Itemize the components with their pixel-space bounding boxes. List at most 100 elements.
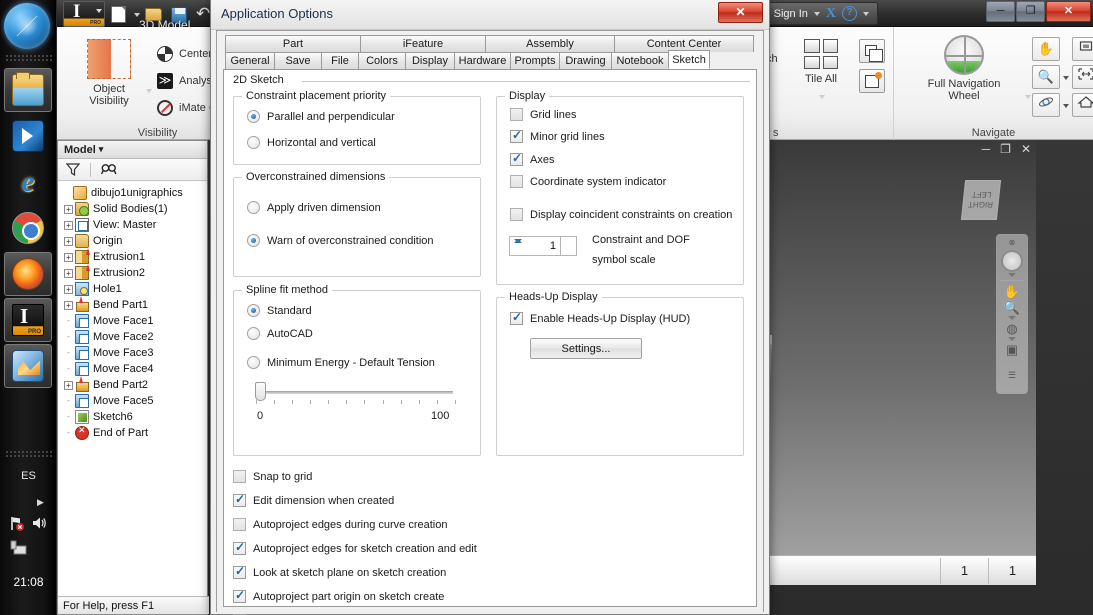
tension-slider-thumb[interactable] — [255, 382, 266, 401]
doc-restore-button[interactable]: ❐ — [1000, 142, 1011, 156]
radio-standard[interactable]: Standard — [247, 304, 312, 317]
tray-language[interactable]: ES — [0, 470, 57, 482]
zoom-dropdown-icon[interactable] — [1060, 65, 1072, 89]
constrained-orbit-button[interactable] — [1032, 93, 1060, 117]
taskbar-item-media-player[interactable] — [4, 114, 52, 158]
tree-item-solid-bodies-1[interactable]: +Solid Bodies(1) — [62, 201, 207, 217]
new-window-button[interactable] — [859, 69, 885, 93]
tree-item-origin[interactable]: +Origin — [62, 233, 207, 249]
taskbar-item-chrome[interactable] — [4, 206, 52, 250]
dialog-tab-display[interactable]: Display — [405, 52, 455, 69]
navbar-pan-icon[interactable]: ✋ — [1004, 284, 1020, 299]
doc-minimize-button[interactable]: ─ — [982, 142, 991, 156]
home-view-button[interactable] — [1072, 93, 1093, 117]
radio-apply-driven-dimension[interactable]: Apply driven dimension — [247, 201, 381, 214]
navbar-camera-icon[interactable]: ▣ — [1006, 342, 1018, 357]
pan-button[interactable]: ✋ — [1032, 37, 1060, 61]
help-chevron-down-icon[interactable] — [863, 12, 869, 16]
expand-icon[interactable]: + — [64, 205, 73, 214]
expand-icon[interactable]: + — [64, 285, 73, 294]
object-visibility-dropdown-icon[interactable] — [145, 79, 152, 101]
expand-icon[interactable]: + — [64, 221, 73, 230]
tree-item-bend-part1[interactable]: +Bend Part1 — [62, 297, 207, 313]
tension-slider-track[interactable] — [260, 391, 453, 394]
dialog-tab-save[interactable]: Save — [274, 52, 322, 69]
help-icon[interactable]: ? — [842, 6, 857, 21]
taskbar-item-office[interactable] — [4, 344, 52, 388]
checkbox-autoproject-edges-for-sketch-creation-and-edit[interactable]: Autoproject edges for sketch creation an… — [233, 542, 477, 555]
radio-parallel-and-perpendicular[interactable]: Parallel and perpendicular — [247, 110, 395, 123]
tree-item-move-face1[interactable]: -Move Face1 — [62, 313, 207, 329]
expand-icon[interactable]: + — [64, 237, 73, 246]
navbar-menu-icon[interactable]: ☰ — [1008, 368, 1016, 383]
tree-item-sketch6[interactable]: -Sketch6 — [62, 409, 207, 425]
expand-icon[interactable]: + — [64, 381, 73, 390]
full-navigation-wheel-button[interactable]: Full Navigation Wheel — [904, 35, 1024, 102]
object-visibility-button[interactable]: Object Visibility — [73, 39, 145, 107]
dialog-tab-drawing[interactable]: Drawing — [559, 52, 612, 69]
checkbox-autoproject-edges-during-curve-creation[interactable]: Autoproject edges during curve creation — [233, 518, 447, 531]
tree-item-end-of-part[interactable]: -End of Part — [62, 425, 207, 441]
tile-all-dropdown-icon[interactable] — [818, 85, 825, 107]
dialog-tab-sketch[interactable]: Sketch — [668, 50, 710, 69]
checkbox-display-coincident-constraints[interactable]: Display coincident constraints on creati… — [510, 208, 732, 221]
dialog-tab-prompts[interactable]: Prompts — [510, 52, 560, 69]
dialog-tab-part[interactable]: Part — [225, 35, 361, 52]
taskbar-item-inventor[interactable] — [4, 298, 52, 342]
taskbar-item-internet-explorer[interactable]: e — [4, 160, 52, 204]
checkbox-enable-hud[interactable]: Enable Heads-Up Display (HUD) — [510, 312, 690, 325]
checkbox-look-at-sketch-plane-on-sketch-creation[interactable]: Look at sketch plane on sketch creation — [233, 566, 446, 579]
new-file-button[interactable] — [108, 3, 130, 25]
navbar-zoom-dropdown-icon[interactable] — [1008, 316, 1016, 320]
free-orbit-button[interactable] — [1072, 37, 1093, 61]
tree-item-move-face2[interactable]: -Move Face2 — [62, 329, 207, 345]
action-center-icon[interactable] — [9, 540, 27, 556]
app-restore-button[interactable]: ❐ — [1016, 1, 1045, 22]
expand-icon[interactable]: + — [64, 253, 73, 262]
tree-item-view-master[interactable]: +View: Master — [62, 217, 207, 233]
start-button[interactable] — [4, 3, 50, 49]
filter-icon[interactable] — [66, 163, 80, 176]
full-nav-wheel-dropdown-icon[interactable] — [1024, 85, 1031, 107]
taskbar-item-firefox[interactable] — [4, 252, 52, 296]
view-cube[interactable]: RIGHT LEFT — [961, 180, 1001, 220]
dialog-tab-general[interactable]: General — [225, 52, 275, 69]
browser-chevron-down-icon[interactable]: ▾ — [99, 144, 104, 155]
checkbox-coordinate-system-indicator[interactable]: Coordinate system indicator — [510, 175, 666, 188]
tree-item-hole1[interactable]: +Hole1 — [62, 281, 207, 297]
checkbox-snap-to-grid[interactable]: Snap to grid — [233, 470, 312, 483]
constraint-dof-symbol-scale-stepper[interactable]: 1 — [509, 236, 577, 256]
radio-autocad[interactable]: AutoCAD — [247, 327, 313, 340]
tree-item-extrusion2[interactable]: +Extrusion2 — [62, 265, 207, 281]
dialog-tab-ifeature[interactable]: iFeature — [360, 35, 486, 52]
find-icon[interactable] — [101, 163, 117, 176]
dialog-close-button[interactable]: ✕ — [718, 2, 763, 23]
network-icon[interactable] — [9, 515, 25, 531]
expand-icon[interactable]: + — [64, 269, 73, 278]
checkbox-autoproject-part-origin-on-sketch-create[interactable]: Autoproject part origin on sketch create — [233, 590, 444, 603]
tray-clock[interactable]: 21:08 — [0, 575, 57, 589]
navbar-wheel-dropdown-icon[interactable] — [1008, 273, 1016, 277]
volume-icon[interactable] — [31, 515, 47, 531]
tree-item-move-face4[interactable]: -Move Face4 — [62, 361, 207, 377]
checkbox-grid-lines[interactable]: Grid lines — [510, 108, 576, 121]
zoom-all-button[interactable] — [1072, 65, 1093, 89]
radio-horizontal-and-vertical[interactable]: Horizontal and vertical — [247, 136, 376, 149]
tile-all-button[interactable]: Tile All — [791, 39, 851, 107]
sign-in-chevron-down-icon[interactable] — [814, 12, 820, 16]
tree-item-extrusion1[interactable]: +Extrusion1 — [62, 249, 207, 265]
dialog-tab-notebook[interactable]: Notebook — [611, 52, 669, 69]
sign-in-button[interactable]: Sign In — [774, 8, 808, 20]
zoom-button[interactable]: 🔍 — [1032, 65, 1060, 89]
arrange-windows-button[interactable] — [859, 39, 885, 63]
navbar-zoom-icon[interactable]: 🔍 — [1004, 300, 1020, 315]
dialog-tab-file[interactable]: File — [321, 52, 359, 69]
navbar-orbit-dropdown-icon[interactable] — [1008, 337, 1016, 341]
dialog-tab-assembly[interactable]: Assembly — [485, 35, 615, 52]
taskbar-item-explorer[interactable] — [4, 68, 52, 112]
tree-item-dibujo1unigraphics[interactable]: dibujo1unigraphics — [62, 185, 207, 201]
navbar-close-icon[interactable]: ⊗ — [1009, 238, 1016, 247]
dialog-tab-colors[interactable]: Colors — [358, 52, 406, 69]
doc-close-button[interactable]: ✕ — [1021, 142, 1031, 156]
dialog-title-bar[interactable]: Application Options — [211, 0, 769, 30]
